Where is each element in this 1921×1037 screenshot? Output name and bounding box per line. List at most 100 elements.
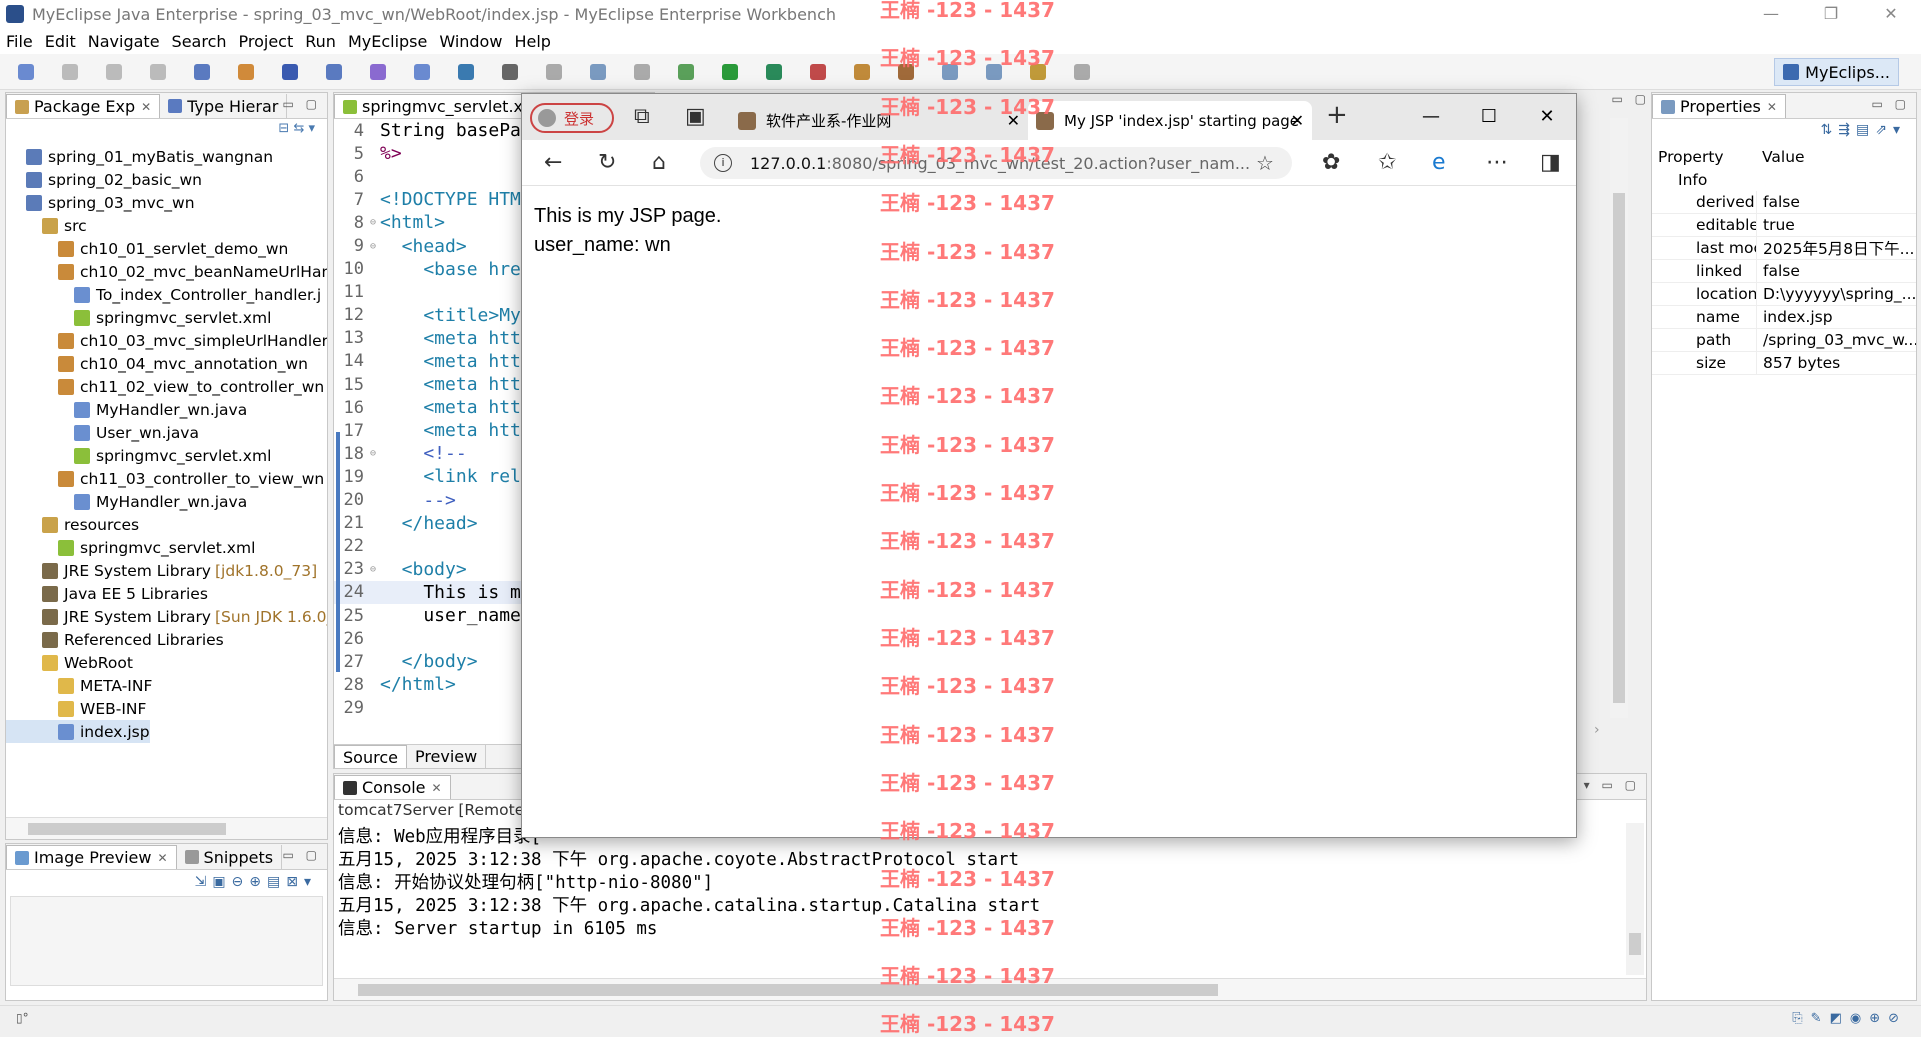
- toolbar-button-icon[interactable]: [502, 64, 518, 80]
- menu-file[interactable]: File: [6, 32, 33, 51]
- tree-item[interactable]: WebRoot: [6, 651, 327, 674]
- minimize-maximize-icon[interactable]: ▾ ▭ ▢: [1584, 778, 1640, 792]
- toolbar-button-icon[interactable]: [62, 64, 78, 80]
- collections-icon[interactable]: e: [1432, 151, 1446, 175]
- tree-item[interactable]: src: [6, 214, 327, 237]
- tray-icons[interactable]: ⎘✎◩◉⊕⊘: [1792, 1011, 1907, 1026]
- tree-item[interactable]: META-INF: [6, 674, 327, 697]
- tree-item[interactable]: springmvc_servlet.xml: [6, 444, 327, 467]
- browser-maximize-button[interactable]: ☐: [1460, 94, 1518, 140]
- site-info-icon[interactable]: i: [714, 154, 732, 172]
- property-row[interactable]: location D:\yyyyyy\spring_...: [1652, 283, 1916, 306]
- tree-item[interactable]: spring_02_basic_wn: [6, 168, 327, 191]
- tab-image-preview[interactable]: Image Preview ✕: [6, 845, 177, 869]
- horizontal-scrollbar[interactable]: [6, 817, 327, 839]
- tree-item[interactable]: spring_03_mvc_wn: [6, 191, 327, 214]
- tab-preview[interactable]: Preview: [406, 745, 487, 768]
- tree-item[interactable]: ch11_02_view_to_controller_wn: [6, 375, 327, 398]
- toolbar-button-icon[interactable]: [238, 64, 254, 80]
- perspective-switcher[interactable]: MyEclips...: [1774, 58, 1899, 86]
- tree-item[interactable]: Java EE 5 Libraries: [6, 582, 327, 605]
- scroll-thumb[interactable]: [358, 984, 1218, 996]
- vertical-tabs-icon[interactable]: ▣: [685, 105, 706, 129]
- close-button[interactable]: ✕: [1861, 0, 1921, 28]
- toolbar-button-icon[interactable]: [1074, 64, 1090, 80]
- fold-marker[interactable]: ⊖: [370, 448, 380, 459]
- menu-help[interactable]: Help: [514, 32, 550, 51]
- tab-type-hierarchy[interactable]: Type Hierar: [160, 94, 288, 118]
- toolbar-button-icon[interactable]: [414, 64, 430, 80]
- workspaces-icon[interactable]: ⧉: [634, 105, 650, 129]
- favorites-icon[interactable]: ✩: [1378, 151, 1396, 175]
- fold-marker[interactable]: ⊖: [370, 564, 380, 575]
- fold-marker[interactable]: ⊖: [370, 217, 380, 228]
- toolbar-button-icon[interactable]: [810, 64, 826, 80]
- scroll-thumb[interactable]: [1629, 933, 1641, 955]
- tree-item[interactable]: ch10_02_mvc_beanNameUrlHand: [6, 260, 327, 283]
- tree-item[interactable]: WEB-INF: [6, 697, 327, 720]
- property-row[interactable]: path/spring_03_mvc_w...: [1652, 329, 1916, 352]
- login-button[interactable]: 登录: [530, 103, 614, 133]
- minimize-button[interactable]: —: [1741, 0, 1801, 28]
- close-icon[interactable]: ✕: [1767, 100, 1777, 114]
- tree-item[interactable]: MyHandler_wn.java: [6, 490, 327, 513]
- tree-item[interactable]: ch10_03_mvc_simpleUrlHandlerM: [6, 329, 327, 352]
- menu-myeclipse[interactable]: MyEclipse: [348, 32, 427, 51]
- tree-item[interactable]: User_wn.java: [6, 421, 327, 444]
- scroll-right-icon[interactable]: ›: [1594, 722, 1600, 738]
- tree-item[interactable]: springmvc_servlet.xml: [6, 536, 327, 559]
- tree-item[interactable]: index.jsp: [6, 720, 150, 743]
- new-tab-button[interactable]: +: [1326, 102, 1348, 128]
- browser-close-button[interactable]: ✕: [1518, 94, 1576, 140]
- editor-vertical-scrollbar[interactable]: [1610, 118, 1628, 718]
- tree-item[interactable]: resources: [6, 513, 327, 536]
- tab-package-explorer[interactable]: Package Exp ✕: [6, 94, 161, 118]
- browser-tab-2[interactable]: My JSP 'index.jsp' starting page ✕: [1028, 101, 1312, 140]
- menu-project[interactable]: Project: [239, 32, 294, 51]
- tree-item[interactable]: spring_01_myBatis_wangnan: [6, 145, 327, 168]
- property-row[interactable]: name index.jsp: [1652, 306, 1916, 329]
- tree-item[interactable]: ch10_01_servlet_demo_wn: [6, 237, 327, 260]
- property-row[interactable]: linked false: [1652, 260, 1916, 283]
- close-icon[interactable]: ✕: [141, 100, 151, 114]
- close-tab-icon[interactable]: ✕: [1007, 111, 1020, 130]
- toolbar-button-icon[interactable]: [106, 64, 122, 80]
- toolbar-button-icon[interactable]: [458, 64, 474, 80]
- toolbar-button-icon[interactable]: [722, 64, 738, 80]
- minimize-maximize-icon[interactable]: ▭ ▢: [283, 848, 322, 862]
- minimize-maximize-icon[interactable]: ▭ ▢: [283, 97, 322, 111]
- scroll-thumb[interactable]: [1613, 193, 1625, 703]
- favorite-star-icon[interactable]: ☆: [1256, 151, 1274, 175]
- tree-item[interactable]: JRE System Library[Sun JDK 1.6.0_1: [6, 605, 327, 628]
- tab-properties[interactable]: Properties ✕: [1652, 94, 1786, 118]
- toolbar-button-icon[interactable]: [150, 64, 166, 80]
- sidebar-icon[interactable]: ◨: [1540, 151, 1561, 175]
- toolbar-button-icon[interactable]: [678, 64, 694, 80]
- tree-item[interactable]: JRE System Library [jdk1.8.0_73]: [6, 559, 327, 582]
- console-vertical-scrollbar[interactable]: [1626, 823, 1644, 975]
- more-options-icon[interactable]: ⋯: [1486, 151, 1508, 175]
- toolbar-button-icon[interactable]: [18, 64, 34, 80]
- toolbar-button-icon[interactable]: [1030, 64, 1046, 80]
- property-row[interactable]: editable true: [1652, 214, 1916, 237]
- close-tab-icon[interactable]: ✕: [1291, 111, 1304, 130]
- toolbar-button-icon[interactable]: [854, 64, 870, 80]
- property-row[interactable]: derived false: [1652, 191, 1916, 214]
- collapse-link-icons[interactable]: ⊟ ⇆ ▾: [278, 121, 315, 136]
- tree-item[interactable]: To_index_Controller_handler.j: [6, 283, 327, 306]
- menu-window[interactable]: Window: [439, 32, 502, 51]
- toolbar-button-icon[interactable]: [766, 64, 782, 80]
- toolbar-button-icon[interactable]: [898, 64, 914, 80]
- toolbar-button-icon[interactable]: [986, 64, 1002, 80]
- menu-navigate[interactable]: Navigate: [88, 32, 160, 51]
- menu-edit[interactable]: Edit: [45, 32, 76, 51]
- toolbar-button-icon[interactable]: [546, 64, 562, 80]
- address-bar[interactable]: i 127.0.0.1:8080/spring_03_mvc_wn/test_2…: [700, 147, 1292, 179]
- back-icon[interactable]: ←: [544, 151, 562, 175]
- browser-minimize-button[interactable]: —: [1402, 94, 1460, 140]
- property-row[interactable]: last moc 2025年5月8日下午...: [1652, 237, 1916, 260]
- toolbar-button-icon[interactable]: [282, 64, 298, 80]
- property-row[interactable]: size 857 bytes: [1652, 352, 1916, 375]
- tab-snippets[interactable]: Snippets: [176, 845, 283, 869]
- tree-item[interactable]: Referenced Libraries: [6, 628, 327, 651]
